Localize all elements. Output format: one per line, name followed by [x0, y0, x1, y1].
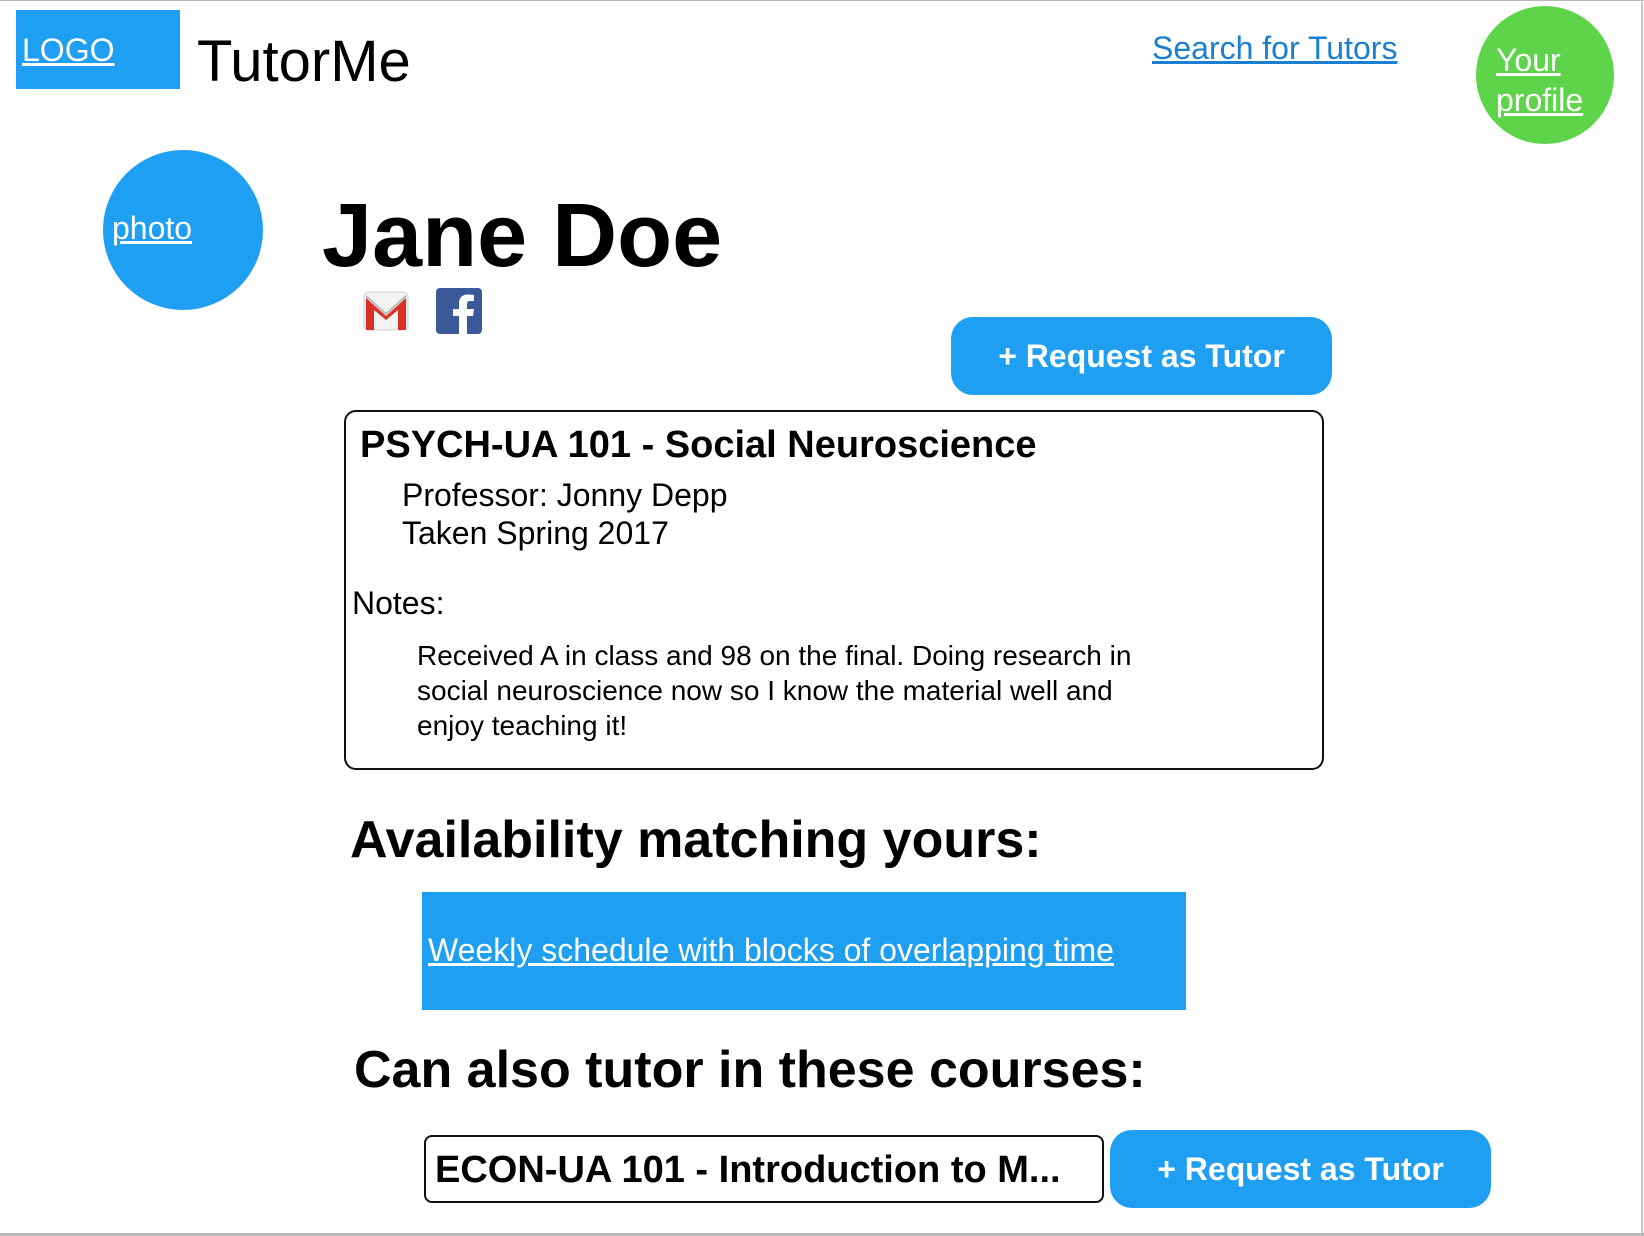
course-term: Taken Spring 2017	[402, 515, 669, 551]
tutor-photo[interactable]: photo	[103, 150, 263, 310]
other-courses-heading: Can also tutor in these courses:	[354, 1041, 1146, 1099]
brand-name: TutorMe	[197, 29, 411, 94]
request-as-tutor-button[interactable]: + Request as Tutor	[951, 317, 1332, 395]
notes-label: Notes:	[352, 585, 445, 621]
notes-text: Received A in class and 98 on the final.…	[417, 640, 1132, 741]
course-title: PSYCH-UA 101 - Social Neuroscience	[360, 424, 1037, 466]
other-course-item[interactable]: ECON-UA 101 - Introduction to M...	[424, 1135, 1104, 1203]
logo-placeholder[interactable]: LOGO	[16, 10, 180, 89]
other-course-title: ECON-UA 101 - Introduction to M...	[435, 1149, 1061, 1191]
other-course-request-button[interactable]: + Request as Tutor	[1110, 1130, 1491, 1208]
course-professor: Professor: Jonny Depp	[402, 477, 728, 513]
frame-right-border	[1641, 0, 1643, 1236]
logo-link[interactable]: LOGO	[22, 32, 114, 68]
frame-top-border	[0, 0, 1644, 1]
schedule-placeholder[interactable]: Weekly schedule with blocks of overlappi…	[422, 892, 1186, 1010]
availability-heading: Availability matching yours:	[350, 811, 1042, 869]
search-for-tutors-link[interactable]: Search for Tutors	[1152, 30, 1397, 67]
schedule-link[interactable]: Weekly schedule with blocks of overlappi…	[428, 932, 1114, 969]
profile-button[interactable]: Your profile	[1476, 6, 1614, 144]
gmail-icon[interactable]	[362, 286, 410, 336]
facebook-icon[interactable]	[435, 286, 483, 336]
profile-link[interactable]: Your profile	[1496, 40, 1606, 120]
course-card: PSYCH-UA 101 - Social Neuroscience Profe…	[344, 410, 1324, 770]
tutor-name: Jane Doe	[322, 186, 723, 286]
photo-link[interactable]: photo	[112, 210, 192, 247]
